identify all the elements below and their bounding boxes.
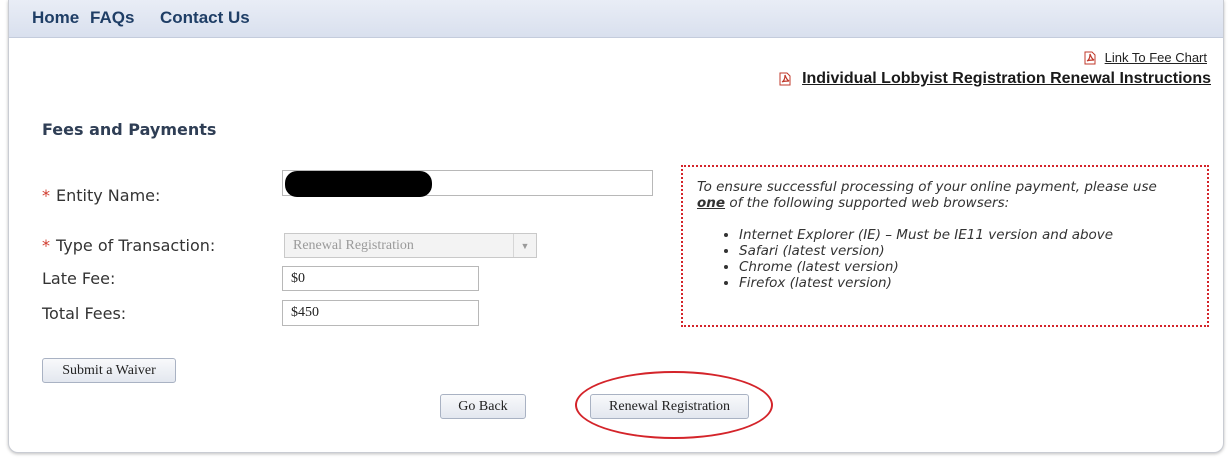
pdf-icon bbox=[778, 72, 792, 86]
submit-waiver-button[interactable]: Submit a Waiver bbox=[42, 358, 176, 383]
renewal-registration-button[interactable]: Renewal Registration bbox=[590, 394, 749, 419]
nav-home-link[interactable]: Home bbox=[32, 8, 79, 28]
page-frame: Home FAQs Contact Us Link To Fee Chart I… bbox=[8, 0, 1224, 453]
transaction-type-select[interactable]: Renewal Registration ▼ bbox=[284, 233, 537, 258]
required-marker: * bbox=[42, 186, 50, 205]
transaction-type-value: Renewal Registration bbox=[293, 237, 414, 253]
fee-chart-link-row: Link To Fee Chart bbox=[1083, 50, 1207, 65]
required-marker: * bbox=[42, 236, 50, 255]
late-fee-label: Late Fee: bbox=[42, 269, 116, 288]
instructions-link[interactable]: Individual Lobbyist Registration Renewal… bbox=[802, 70, 1211, 88]
list-item: Safari (latest version) bbox=[739, 243, 1207, 259]
notice-emphasis: one bbox=[697, 195, 726, 211]
notice-intro-text: To ensure successful processing of your … bbox=[697, 179, 1157, 195]
transaction-type-label-text: Type of Transaction: bbox=[56, 236, 216, 255]
list-item: Firefox (latest version) bbox=[739, 275, 1207, 291]
total-fees-label: Total Fees: bbox=[42, 304, 127, 323]
section-title: Fees and Payments bbox=[42, 120, 217, 139]
notice-intro-text-end: of the following supported web browsers: bbox=[725, 195, 1010, 211]
redaction-block bbox=[285, 171, 432, 197]
fee-chart-link[interactable]: Link To Fee Chart bbox=[1105, 50, 1207, 65]
total-fees-field[interactable]: $450 bbox=[282, 300, 479, 326]
top-navigation: Home FAQs Contact Us bbox=[9, 0, 1223, 38]
transaction-type-label: * Type of Transaction: bbox=[42, 236, 215, 255]
notice-intro: To ensure successful processing of your … bbox=[697, 179, 1187, 211]
entity-name-label-text: Entity Name: bbox=[56, 186, 161, 205]
browser-list: Internet Explorer (IE) – Must be IE11 ve… bbox=[697, 227, 1207, 291]
entity-name-label: * Entity Name: bbox=[42, 186, 160, 205]
late-fee-field[interactable]: $0 bbox=[282, 266, 479, 291]
browser-support-notice: To ensure successful processing of your … bbox=[681, 165, 1209, 327]
list-item: Chrome (latest version) bbox=[739, 259, 1207, 275]
instructions-link-row: Individual Lobbyist Registration Renewal… bbox=[778, 70, 1211, 88]
pdf-icon bbox=[1083, 51, 1097, 65]
nav-faqs-link[interactable]: FAQs bbox=[90, 8, 134, 28]
nav-contact-link[interactable]: Contact Us bbox=[160, 8, 250, 28]
go-back-button[interactable]: Go Back bbox=[440, 394, 526, 419]
list-item: Internet Explorer (IE) – Must be IE11 ve… bbox=[739, 227, 1207, 243]
chevron-down-icon: ▼ bbox=[513, 234, 536, 257]
